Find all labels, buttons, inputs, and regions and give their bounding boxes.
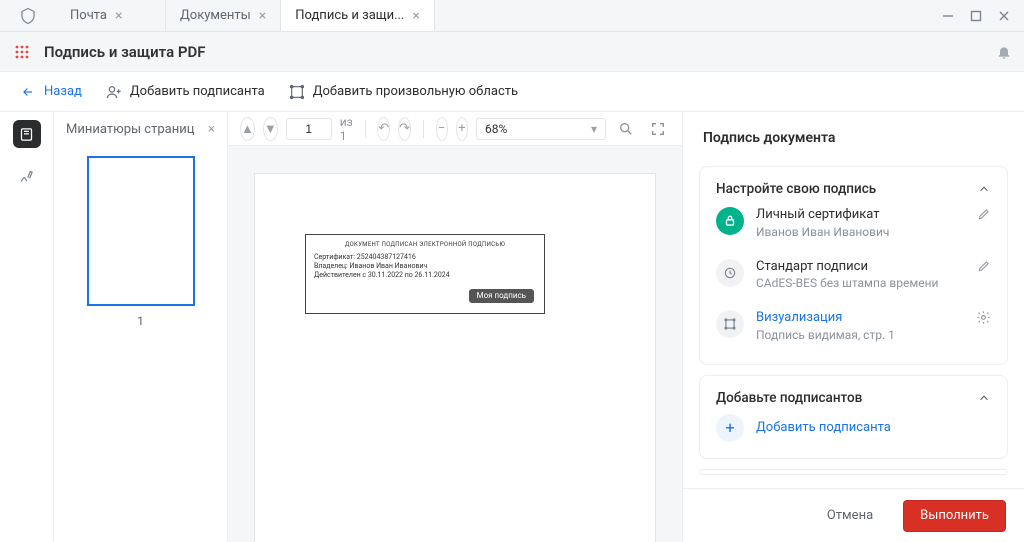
rotate-left-button[interactable]: ↶	[377, 117, 390, 141]
chevron-down-icon: ▾	[591, 122, 597, 136]
viewer-toolbar: ▲ ▼ из 1 ↶ ↷ − + 68% ▾	[228, 112, 682, 146]
option-title: Визуализация	[756, 310, 964, 326]
edit-icon[interactable]	[977, 207, 991, 221]
stamp-line: Сертификат: 252404387127416	[314, 253, 536, 262]
add-area-button[interactable]: Добавить произвольную область	[289, 84, 518, 100]
add-signer-label: Добавить подписанта	[756, 420, 891, 435]
rail-thumbnails-button[interactable]	[13, 120, 41, 148]
signature-stamp[interactable]: ДОКУМЕНТ ПОДПИСАН ЭЛЕКТРОННОЙ ПОДПИСЬЮ С…	[305, 234, 545, 314]
close-window-icon[interactable]	[998, 10, 1010, 22]
left-rail	[0, 112, 54, 542]
notifications-icon[interactable]	[996, 44, 1012, 60]
page-thumbnail-label: 1	[137, 314, 144, 328]
maximize-icon[interactable]	[970, 10, 982, 22]
thumbnails-close-icon[interactable]: ×	[208, 122, 215, 137]
option-visualization[interactable]: Визуализация Подпись видимая, стр. 1	[716, 300, 991, 352]
option-title: Личный сертификат	[756, 207, 965, 223]
stamp-header: ДОКУМЕНТ ПОДПИСАН ЭЛЕКТРОННОЙ ПОДПИСЬЮ	[314, 241, 536, 249]
viewer-canvas[interactable]: ДОКУМЕНТ ПОДПИСАН ЭЛЕКТРОННОЙ ПОДПИСЬЮ С…	[228, 146, 682, 542]
page-title: Подпись и защита PDF	[44, 43, 206, 61]
window-tabstrip: Почта × Документы × Подпись и защи... ×	[0, 0, 1024, 32]
option-subtitle: CAdES-BES без штампа времени	[756, 276, 965, 290]
submit-button[interactable]: Выполнить	[903, 500, 1006, 532]
panel-footer: Отмена Выполнить	[683, 488, 1024, 542]
zoom-out-button[interactable]: −	[436, 117, 448, 141]
tab-label: Почта	[70, 8, 107, 23]
add-signer-label: Добавить подписанта	[130, 84, 265, 99]
fullscreen-icon[interactable]	[646, 117, 670, 141]
prev-page-button[interactable]: ▲	[240, 117, 255, 141]
close-icon[interactable]: ×	[259, 9, 266, 23]
bounding-box-icon	[716, 310, 744, 338]
minimize-icon[interactable]	[942, 10, 954, 22]
add-signers-card: Добавьте подписантов + Добавить подписан…	[699, 375, 1008, 459]
search-icon[interactable]	[614, 117, 638, 141]
next-page-button[interactable]: ▼	[263, 117, 278, 141]
collapse-icon[interactable]	[977, 391, 991, 405]
rail-signatures-button[interactable]	[13, 162, 41, 190]
close-icon[interactable]: ×	[115, 9, 122, 23]
tab-mail[interactable]: Почта ×	[56, 0, 166, 31]
tab-documents[interactable]: Документы ×	[166, 0, 281, 31]
app-logo-icon	[0, 0, 56, 31]
add-signer-action[interactable]: + Добавить подписанта	[716, 406, 991, 446]
certificate-icon	[716, 207, 744, 235]
main-body: Миниатюры страниц × 1 ▲ ▼ из 1 ↶ ↷ − + 6…	[0, 112, 1024, 542]
page-number-input[interactable]	[286, 118, 332, 140]
thumbnails-title: Миниатюры страниц	[66, 122, 194, 137]
settings-icon[interactable]	[976, 310, 991, 325]
signature-panel: Подпись документа Настройте свою подпись…	[682, 112, 1024, 542]
tab-sign-protect[interactable]: Подпись и защи... ×	[281, 0, 435, 31]
back-label: Назад	[44, 84, 82, 99]
option-standard[interactable]: Стандарт подписи CAdES-BES без штампа вр…	[716, 249, 991, 301]
app-header: Подпись и защита PDF	[0, 32, 1024, 72]
thumbnails-panel: Миниатюры страниц × 1	[54, 112, 228, 542]
option-title: Стандарт подписи	[756, 259, 965, 275]
add-area-label: Добавить произвольную область	[313, 84, 518, 99]
action-toolbar: Назад Добавить подписанта Добавить произ…	[0, 72, 1024, 112]
tab-label: Подпись и защи...	[295, 8, 404, 23]
extra-card	[699, 469, 1008, 475]
configure-signature-card: Настройте свою подпись Личный сертификат…	[699, 166, 1008, 365]
page-of-label: из 1	[340, 115, 353, 143]
add-signer-button[interactable]: Добавить подписанта	[106, 84, 265, 100]
page-thumbnail-1[interactable]	[87, 156, 195, 306]
rotate-right-button[interactable]: ↷	[398, 117, 411, 141]
collapse-icon[interactable]	[977, 182, 991, 196]
cancel-button[interactable]: Отмена	[811, 500, 889, 532]
plus-icon: +	[716, 414, 744, 442]
window-controls	[928, 0, 1024, 31]
card-title: Настройте свою подпись	[716, 181, 876, 197]
document-viewer: ▲ ▼ из 1 ↶ ↷ − + 68% ▾	[228, 112, 682, 542]
option-subtitle: Подпись видимая, стр. 1	[756, 328, 964, 342]
stamp-line: Владелец: Иванов Иван Иванович	[314, 262, 536, 271]
stamp-badge: Моя подпись	[469, 289, 534, 303]
tab-label: Документы	[180, 8, 251, 23]
document-page: ДОКУМЕНТ ПОДПИСАН ЭЛЕКТРОННОЙ ПОДПИСЬЮ С…	[255, 174, 655, 542]
thumbnails-header: Миниатюры страниц ×	[54, 112, 227, 146]
apps-grid-icon[interactable]	[14, 44, 30, 60]
zoom-in-button[interactable]: +	[456, 117, 468, 141]
zoom-value: 68%	[485, 122, 507, 136]
option-certificate[interactable]: Личный сертификат Иванов Иван Иванович	[716, 197, 991, 249]
panel-title: Подпись документа	[683, 112, 1024, 156]
option-subtitle: Иванов Иван Иванович	[756, 225, 965, 239]
zoom-select[interactable]: 68% ▾	[476, 118, 606, 140]
clock-icon	[716, 259, 744, 287]
close-icon[interactable]: ×	[412, 9, 419, 23]
stamp-line: Действителен с 30.11.2022 по 26.11.2024	[314, 271, 536, 280]
card-title: Добавьте подписантов	[716, 390, 862, 406]
back-button[interactable]: Назад	[20, 84, 82, 99]
edit-icon[interactable]	[977, 259, 991, 273]
